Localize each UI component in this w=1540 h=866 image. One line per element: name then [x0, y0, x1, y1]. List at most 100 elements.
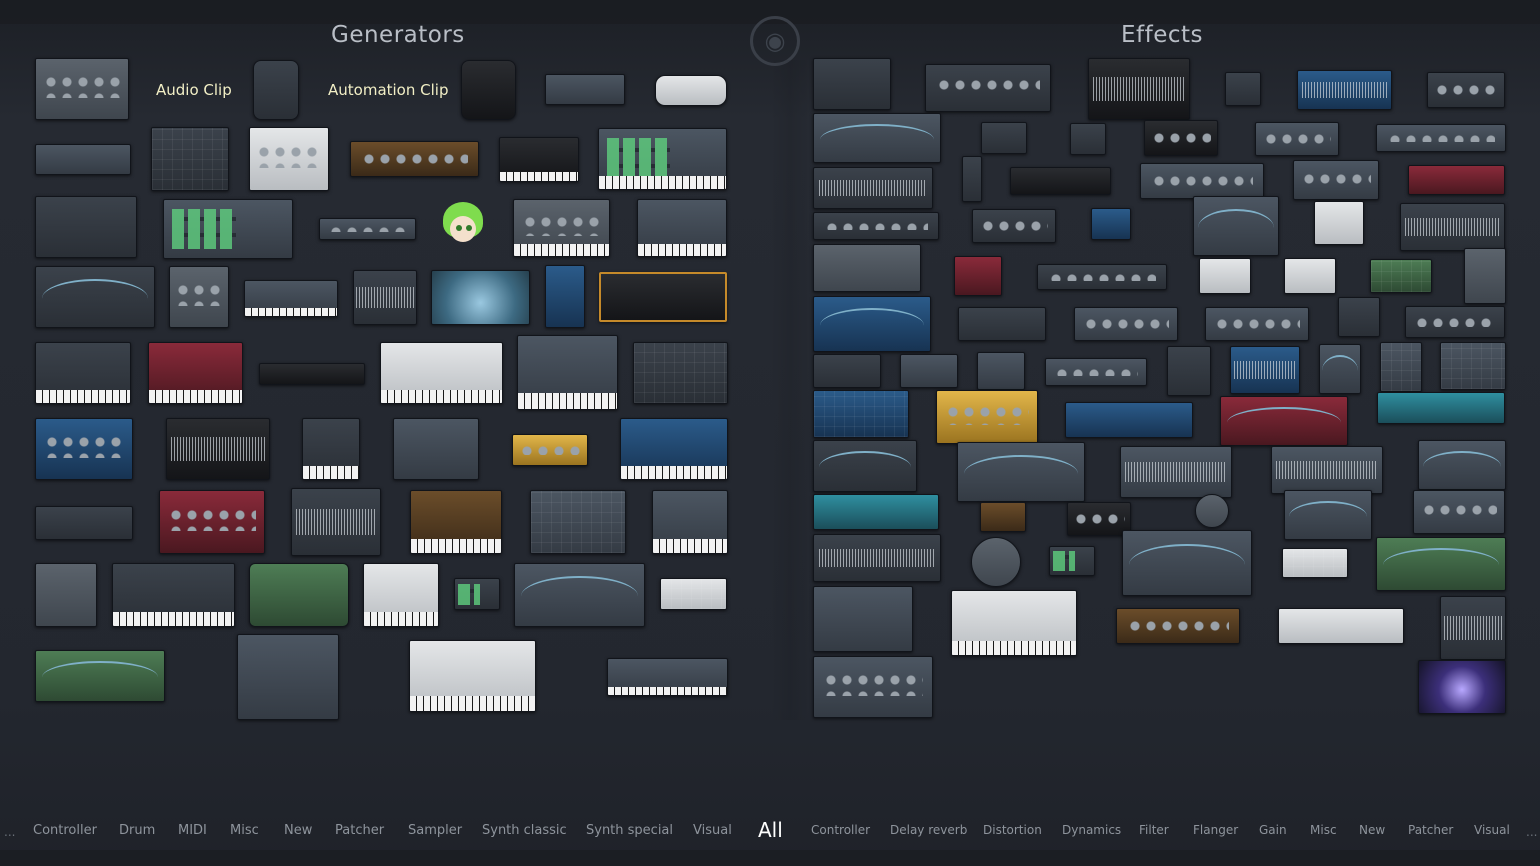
plugin-thumbnail[interactable] [1167, 346, 1211, 396]
plugin-thumbnail[interactable] [513, 199, 610, 257]
plugin-thumbnail[interactable] [972, 209, 1056, 243]
plugin-thumbnail[interactable] [163, 199, 293, 259]
plugin-thumbnail[interactable] [35, 196, 137, 258]
plugin-thumbnail[interactable] [35, 342, 131, 404]
category-generators-synth-special[interactable]: Synth special [586, 823, 673, 838]
plugin-thumbnail[interactable] [380, 342, 503, 404]
plugin-thumbnail[interactable] [633, 342, 728, 404]
category-effects-delay-reverb[interactable]: Delay reverb [890, 823, 967, 837]
plugin-thumbnail[interactable] [813, 390, 909, 438]
plugin-thumbnail[interactable] [409, 640, 536, 712]
plugin-thumbnail[interactable] [660, 578, 727, 610]
plugin-thumbnail[interactable] [1376, 124, 1506, 152]
plugin-thumbnail[interactable] [302, 418, 360, 480]
plugin-thumbnail[interactable] [1284, 490, 1372, 540]
plugin-thumbnail[interactable] [545, 265, 585, 328]
category-generators-new[interactable]: New [284, 823, 312, 838]
plugin-thumbnail[interactable] [936, 390, 1038, 444]
plugin-thumbnail[interactable] [1045, 358, 1147, 386]
plugin-thumbnail[interactable] [954, 256, 1002, 296]
category-generators-patcher[interactable]: Patcher [335, 823, 384, 838]
category-generators-misc[interactable]: Misc [230, 823, 259, 838]
plugin-thumbnail[interactable] [1193, 196, 1279, 256]
category-effects-visual[interactable]: Visual [1474, 823, 1510, 837]
category-effects-filter[interactable]: Filter [1139, 823, 1169, 837]
plugin-thumbnail[interactable] [1427, 72, 1505, 108]
plugin-thumbnail[interactable] [900, 354, 958, 388]
plugin-thumbnail[interactable] [813, 212, 939, 240]
category-effects-new[interactable]: New [1359, 823, 1385, 837]
plugin-thumbnail[interactable] [1370, 259, 1432, 293]
scroll-right-ellipsis[interactable]: ... [1526, 825, 1537, 839]
plugin-thumbnail[interactable] [1413, 490, 1505, 534]
plugin-thumbnail[interactable] [530, 490, 626, 554]
category-generators-synth-classic[interactable]: Synth classic [482, 823, 567, 838]
plugin-thumbnail[interactable] [1293, 160, 1379, 200]
plugin-thumbnail[interactable] [1377, 392, 1505, 424]
plugin-thumbnail[interactable] [980, 502, 1026, 532]
audio-clip-icon[interactable] [253, 60, 299, 120]
plugin-thumbnail[interactable] [607, 658, 728, 696]
category-effects-patcher[interactable]: Patcher [1408, 823, 1453, 837]
plugin-thumbnail[interactable] [971, 537, 1021, 587]
plugin-thumbnail[interactable] [35, 266, 155, 328]
category-effects-gain[interactable]: Gain [1259, 823, 1287, 837]
plugin-thumbnail[interactable] [620, 418, 728, 480]
plugin-thumbnail[interactable] [35, 418, 133, 480]
plugin-thumbnail[interactable] [319, 218, 416, 240]
plugin-thumbnail[interactable] [813, 354, 881, 388]
plugin-thumbnail[interactable] [962, 156, 982, 202]
plugin-thumbnail[interactable] [1140, 163, 1264, 199]
plugin-thumbnail[interactable] [652, 490, 728, 554]
plugin-thumbnail[interactable] [461, 60, 516, 120]
plugin-thumbnail[interactable] [1120, 446, 1232, 498]
plugin-thumbnail[interactable] [1314, 201, 1364, 245]
plugin-thumbnail[interactable] [1195, 494, 1229, 528]
plugin-thumbnail[interactable] [981, 122, 1027, 154]
plugin-thumbnail[interactable] [1091, 208, 1131, 240]
plugin-thumbnail[interactable] [1376, 537, 1506, 591]
plugin-thumbnail[interactable] [244, 280, 338, 317]
character-icon[interactable] [440, 198, 486, 250]
category-generators-controller[interactable]: Controller [33, 823, 97, 838]
category-effects-dynamics[interactable]: Dynamics [1062, 823, 1121, 837]
plugin-thumbnail[interactable] [813, 244, 921, 292]
plugin-thumbnail[interactable] [249, 127, 329, 191]
plugin-thumbnail[interactable] [159, 490, 265, 554]
plugin-thumbnail[interactable] [512, 434, 588, 466]
plugin-thumbnail[interactable] [813, 167, 933, 209]
plugin-thumbnail[interactable] [499, 137, 579, 182]
plugin-thumbnail[interactable] [1278, 608, 1404, 644]
category-generators-midi[interactable]: MIDI [178, 823, 207, 838]
plugin-thumbnail[interactable] [1255, 122, 1339, 156]
plugin-thumbnail[interactable] [148, 342, 243, 404]
plugin-thumbnail[interactable] [353, 270, 417, 325]
plugin-thumbnail[interactable] [1282, 548, 1348, 578]
plugin-thumbnail[interactable] [393, 418, 479, 480]
plugin-thumbnail[interactable] [813, 494, 939, 530]
plugin-thumbnail[interactable] [598, 128, 727, 190]
plugin-thumbnail[interactable] [1230, 346, 1300, 394]
plugin-thumbnail[interactable] [1116, 608, 1240, 644]
plugin-thumbnail[interactable] [350, 141, 479, 177]
plugin-thumbnail[interactable] [1065, 402, 1193, 438]
plugin-thumbnail[interactable] [517, 335, 618, 410]
plugin-thumbnail[interactable] [813, 656, 933, 718]
plugin-thumbnail[interactable] [1122, 530, 1252, 596]
plugin-thumbnail[interactable] [1074, 307, 1178, 341]
category-all[interactable]: All [758, 818, 783, 842]
plugin-thumbnail[interactable] [957, 442, 1085, 502]
plugin-thumbnail[interactable] [1408, 165, 1505, 195]
plugin-thumbnail[interactable] [1199, 258, 1251, 294]
plugin-thumbnail[interactable] [1405, 306, 1505, 338]
plugin-thumbnail[interactable] [431, 270, 530, 325]
plugin-thumbnail[interactable] [1225, 72, 1261, 106]
category-generators-visual[interactable]: Visual [693, 823, 732, 838]
plugin-thumbnail[interactable] [958, 307, 1046, 341]
plugin-thumbnail[interactable] [599, 272, 727, 322]
category-generators-sampler[interactable]: Sampler [408, 823, 462, 838]
plugin-thumbnail[interactable] [655, 75, 727, 106]
plugin-thumbnail[interactable] [545, 74, 625, 105]
plugin-thumbnail[interactable] [363, 563, 439, 627]
plugin-thumbnail[interactable] [35, 650, 165, 702]
